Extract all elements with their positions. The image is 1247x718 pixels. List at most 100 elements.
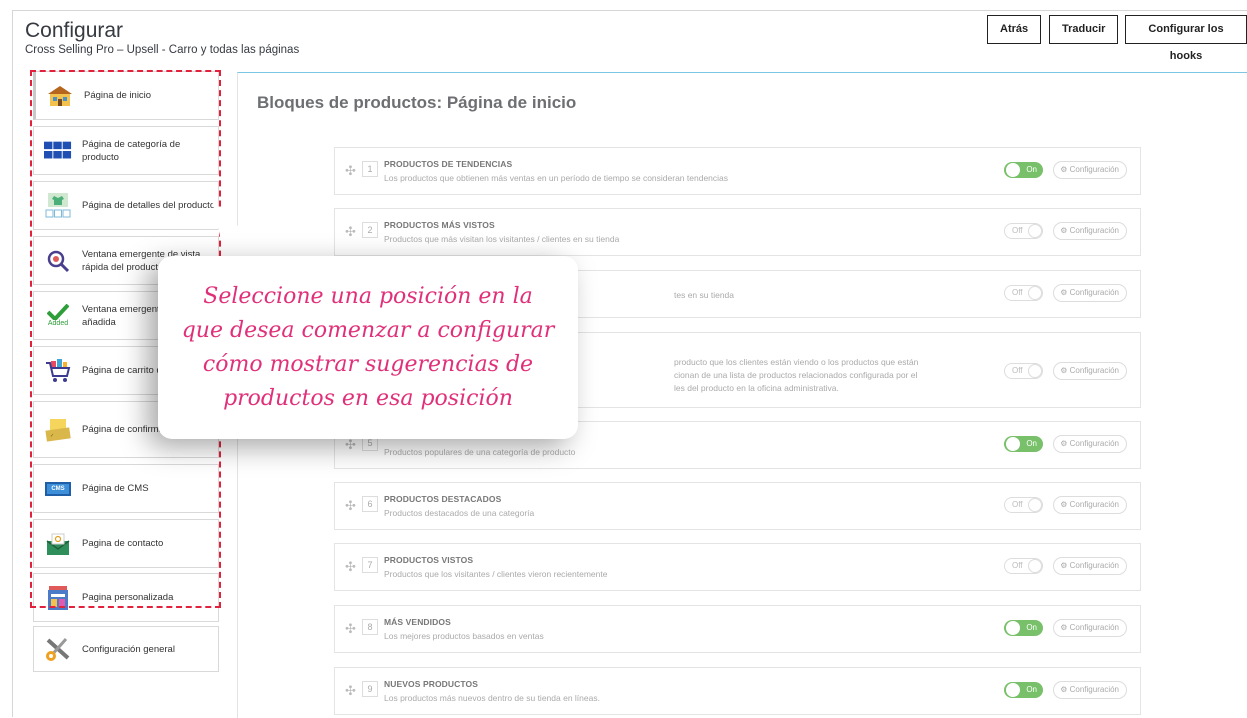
sidebar-item-custom-page[interactable]: Pagina personalizada — [33, 573, 219, 622]
block-description: Productos populares de una categoría de … — [384, 447, 576, 457]
drag-handle-icon[interactable]: ✣ — [345, 683, 356, 699]
sidebar-item-label: Página de inicio — [84, 90, 152, 101]
callout-line: que desea comenzar a configurar — [181, 317, 555, 343]
sidebar-item-label: Pagina de contacto — [82, 538, 164, 549]
config-button[interactable]: ⚙ Configuración — [1053, 496, 1127, 514]
svg-text:✓: ✓ — [50, 433, 54, 439]
block-toggle[interactable]: On — [1004, 162, 1043, 178]
toggle-knob — [1006, 683, 1020, 697]
drag-handle-icon[interactable]: ✣ — [345, 559, 356, 575]
block-title: PRODUCTOS DESTACADOS — [384, 494, 502, 504]
block-toggle[interactable]: Off — [1004, 285, 1043, 301]
toggle-label: On — [1026, 439, 1037, 448]
sidebar-item-cms[interactable]: CMS Página de CMS — [33, 464, 219, 513]
sidebar-item-home[interactable]: Página de inicio — [33, 71, 219, 120]
sidebar-item-category[interactable]: Página de categoría de producto — [33, 126, 219, 175]
gear-icon: ⚙ — [1060, 561, 1068, 570]
toggle-knob — [1028, 224, 1042, 238]
toggle-label: On — [1026, 685, 1037, 694]
sidebar-item-label: Página de categoría de producto — [82, 138, 181, 163]
product-block[interactable]: ✣ 6 PRODUCTOS DESTACADOS Productos desta… — [334, 482, 1141, 530]
drag-handle-icon[interactable]: ✣ — [345, 163, 356, 179]
config-label: Configuración — [1069, 165, 1119, 174]
toggle-knob — [1028, 364, 1042, 378]
tooltip-callout: Seleccione una posición en la que desea … — [158, 256, 578, 439]
block-description: cionan de una lista de productos relacio… — [674, 370, 918, 380]
config-button[interactable]: ⚙ Configuración — [1053, 161, 1127, 179]
config-button[interactable]: ⚙ Configuración — [1053, 557, 1127, 575]
toggle-knob — [1006, 163, 1020, 177]
callout-line: Seleccione una posición en la — [203, 283, 533, 309]
page-title: Configurar — [25, 19, 124, 42]
config-button[interactable]: ⚙ Configuración — [1053, 435, 1127, 453]
gear-icon: ⚙ — [1060, 500, 1068, 509]
config-label: Configuración — [1069, 366, 1119, 375]
drag-handle-icon[interactable]: ✣ — [345, 224, 356, 240]
drag-handle-icon[interactable]: ✣ — [345, 437, 356, 453]
toggle-label: Off — [1012, 561, 1023, 570]
block-number: 1 — [362, 161, 378, 177]
block-description: Productos que los visitantes / clientes … — [384, 569, 608, 579]
toggle-knob — [1028, 286, 1042, 300]
toggle-knob — [1028, 498, 1042, 512]
product-block[interactable]: ✣ 1 PRODUCTOS DE TENDENCIAS Los producto… — [334, 147, 1141, 195]
block-toggle[interactable]: Off — [1004, 497, 1043, 513]
drag-handle-icon[interactable]: ✣ — [345, 498, 356, 514]
config-label: Configuración — [1069, 226, 1119, 235]
config-label: Configuración — [1069, 288, 1119, 297]
sidebar-item-contact[interactable]: Pagina de contacto — [33, 519, 219, 568]
gear-icon: ⚙ — [1060, 685, 1068, 694]
added-badge: Added — [47, 320, 69, 327]
config-button[interactable]: ⚙ Configuración — [1053, 362, 1127, 380]
block-description: Productos que más visitan los visitantes… — [384, 234, 620, 244]
block-title: PRODUCTOS MÁS VISTOS — [384, 220, 495, 230]
block-toggle[interactable]: On — [1004, 436, 1043, 452]
toggle-label: Off — [1012, 288, 1023, 297]
toggle-knob — [1006, 437, 1020, 451]
block-toggle[interactable]: On — [1004, 682, 1043, 698]
sidebar-item-product-details[interactable]: Página de detalles del producto — [33, 181, 219, 230]
gear-icon: ⚙ — [1060, 165, 1068, 174]
config-button[interactable]: ⚙ Configuración — [1053, 619, 1127, 637]
config-button[interactable]: ⚙ Configuración — [1053, 681, 1127, 699]
block-description: producto que los clientes están viendo o… — [674, 357, 919, 367]
checkmark-icon: Added — [44, 304, 72, 328]
product-block[interactable]: ✣ 8 MÁS VENDIDOS Los mejores productos b… — [334, 605, 1141, 653]
config-label: Configuración — [1069, 685, 1119, 694]
back-button[interactable]: Atrás — [987, 15, 1042, 44]
sidebar-item-label: Página de CMS — [82, 483, 149, 494]
block-toggle[interactable]: Off — [1004, 558, 1043, 574]
block-number: 6 — [362, 496, 378, 512]
block-description: Los productos más nuevos dentro de su ti… — [384, 693, 600, 703]
page-subtitle: Cross Selling Pro – Upsell - Carro y tod… — [25, 44, 300, 56]
config-label: Configuración — [1069, 623, 1119, 632]
block-toggle[interactable]: Off — [1004, 223, 1043, 239]
callout-text: Seleccione una posición en la que desea … — [162, 280, 575, 416]
drag-handle-icon[interactable]: ✣ — [345, 621, 356, 637]
block-toggle[interactable]: Off — [1004, 363, 1043, 379]
block-toggle[interactable]: On — [1004, 620, 1043, 636]
block-description: Los mejores productos basados en ventas — [384, 631, 544, 641]
config-button[interactable]: ⚙ Configuración — [1053, 284, 1127, 302]
ticket-icon: ✓ — [44, 418, 72, 442]
toggle-label: Off — [1012, 500, 1023, 509]
toggle-label: On — [1026, 623, 1037, 632]
sidebar-item-general-settings[interactable]: Configuración general — [33, 626, 219, 672]
configure-hooks-button[interactable]: Configurar los hooks — [1125, 15, 1247, 62]
callout-line: cómo mostrar sugerencias de — [202, 351, 534, 377]
config-label: Configuración — [1069, 561, 1119, 570]
toggle-label: Off — [1012, 226, 1023, 235]
product-block[interactable]: ✣ 9 NUEVOS PRODUCTOS Los productos más n… — [334, 667, 1141, 715]
translate-button[interactable]: Traducir — [1049, 15, 1119, 44]
product-block[interactable]: ✣ 7 PRODUCTOS VISTOS Productos que los v… — [334, 543, 1141, 591]
product-block[interactable]: ✣ 2 PRODUCTOS MÁS VISTOS Productos que m… — [334, 208, 1141, 256]
sidebar-item-label: Configuración general — [82, 643, 175, 655]
config-button[interactable]: ⚙ Configuración — [1053, 222, 1127, 240]
page-icon — [44, 585, 72, 610]
toggle-label: On — [1026, 165, 1037, 174]
block-description: les del producto en la oficina administr… — [674, 383, 839, 393]
house-icon — [46, 84, 74, 108]
gear-icon: ⚙ — [1060, 288, 1068, 297]
grid-icon — [44, 139, 72, 163]
magnifier-icon — [44, 249, 72, 273]
